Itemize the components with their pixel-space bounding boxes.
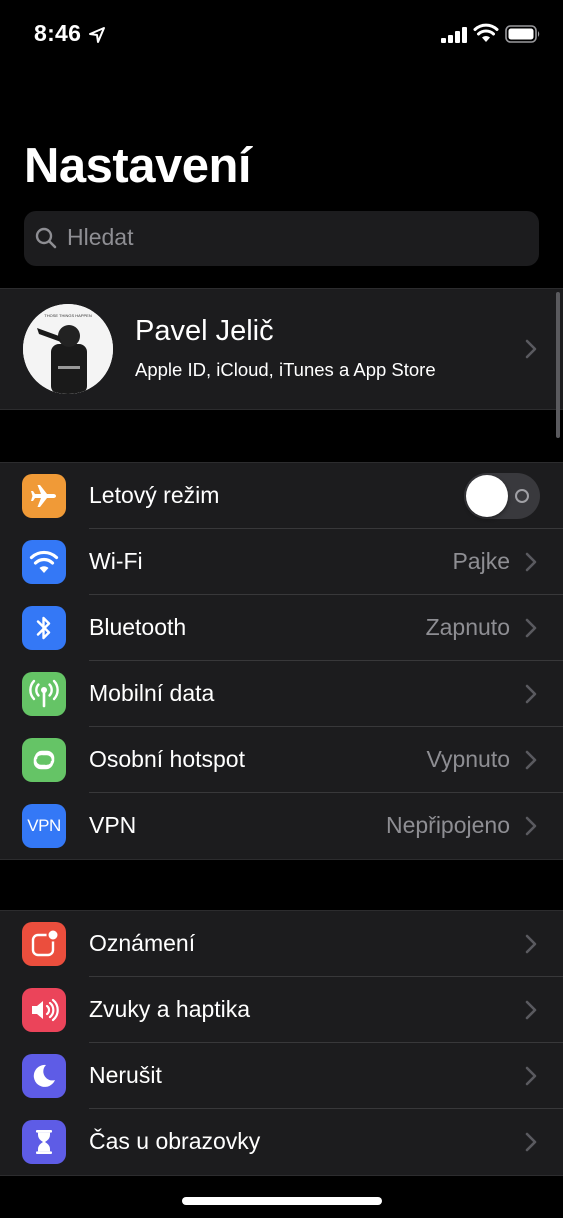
chevron-right-icon: [525, 1066, 537, 1086]
vpn-icon-label: VPN: [27, 816, 61, 835]
svg-text:THOSE THINGS HAPPEN: THOSE THINGS HAPPEN: [44, 313, 92, 318]
hotspot-status-value: Vypnuto: [426, 746, 510, 772]
home-indicator[interactable]: [182, 1197, 382, 1205]
wifi-icon: [22, 540, 66, 584]
status-bar: 8:46: [0, 0, 563, 70]
row-label: Wi-Fi: [89, 548, 143, 574]
wifi-network-value: Pajke: [452, 548, 510, 574]
chevron-right-icon: [525, 750, 537, 770]
chevron-right-icon: [525, 816, 537, 836]
row-label: VPN: [89, 812, 137, 838]
settings-row-vpn[interactable]: VPN VPN Nepřipojeno: [0, 793, 563, 859]
settings-row-do-not-disturb[interactable]: Nerušit: [0, 1043, 563, 1109]
settings-row-personal-hotspot[interactable]: Osobní hotspot Vypnuto: [0, 727, 563, 793]
chevron-right-icon: [525, 684, 537, 704]
cellular-signal-icon: [441, 27, 467, 43]
toggle-knob: [466, 475, 508, 517]
avatar-photo-icon: THOSE THINGS HAPPEN: [23, 304, 113, 394]
vpn-status-value: Nepřipojeno: [385, 812, 510, 838]
antenna-icon: [22, 672, 66, 716]
settings-row-mobile-data[interactable]: Mobilní data: [0, 661, 563, 727]
profile-name: Pavel Jelič: [135, 315, 274, 347]
speaker-icon: [22, 988, 66, 1032]
search-field[interactable]: Hledat: [24, 211, 539, 266]
hotspot-icon: [22, 738, 66, 782]
notifications-icon: [22, 922, 66, 966]
status-time: 8:46: [34, 20, 82, 46]
battery-icon: [505, 25, 540, 43]
settings-row-bluetooth[interactable]: Bluetooth Zapnuto: [0, 595, 563, 661]
location-arrow-icon: [89, 27, 105, 43]
row-label: Zvuky a haptika: [89, 996, 251, 1022]
chevron-right-icon: [525, 552, 537, 572]
moon-icon: [22, 1054, 66, 1098]
apple-id-profile-row[interactable]: THOSE THINGS HAPPEN Pavel Jelič Apple ID…: [0, 288, 563, 410]
row-label: Čas u obrazovky: [89, 1128, 261, 1154]
row-label: Bluetooth: [89, 614, 187, 640]
chevron-right-icon: [525, 618, 537, 638]
row-label: Mobilní data: [89, 680, 215, 706]
vpn-icon: VPN: [22, 804, 66, 848]
notifications-group: Oznámení Zvuky a haptika Nerušit Čas u o…: [0, 910, 563, 1176]
row-label: Nerušit: [89, 1062, 162, 1088]
row-label: Osobní hotspot: [89, 746, 245, 772]
avatar: THOSE THINGS HAPPEN: [23, 304, 113, 394]
chevron-right-icon: [525, 1132, 537, 1152]
page-title: Nastavení: [24, 139, 252, 193]
settings-row-wifi[interactable]: Wi-Fi Pajke: [0, 529, 563, 595]
chevron-right-icon: [525, 1000, 537, 1020]
settings-row-airplane-mode[interactable]: Letový režim: [0, 463, 563, 529]
settings-row-notifications[interactable]: Oznámení: [0, 911, 563, 977]
hourglass-icon: [22, 1120, 66, 1164]
toggle-off-icon: [515, 489, 529, 503]
settings-row-sounds-haptics[interactable]: Zvuky a haptika: [0, 977, 563, 1043]
search-icon: [35, 227, 57, 249]
settings-row-screen-time[interactable]: Čas u obrazovky: [0, 1109, 563, 1175]
profile-subtitle: Apple ID, iCloud, iTunes a App Store: [135, 359, 436, 380]
connectivity-group: Letový režim Wi-Fi Pajke Bluetooth Zapnu…: [0, 462, 563, 860]
chevron-right-icon: [525, 339, 537, 359]
bluetooth-status-value: Zapnuto: [425, 614, 510, 640]
chevron-right-icon: [525, 934, 537, 954]
row-label: Letový režim: [89, 482, 220, 508]
row-label: Oznámení: [89, 930, 196, 956]
scroll-indicator[interactable]: [556, 292, 560, 438]
bluetooth-icon: [22, 606, 66, 650]
search-placeholder: Hledat: [67, 224, 134, 250]
airplane-mode-toggle[interactable]: [464, 473, 540, 519]
airplane-icon: [22, 474, 66, 518]
wifi-icon: [473, 23, 499, 42]
